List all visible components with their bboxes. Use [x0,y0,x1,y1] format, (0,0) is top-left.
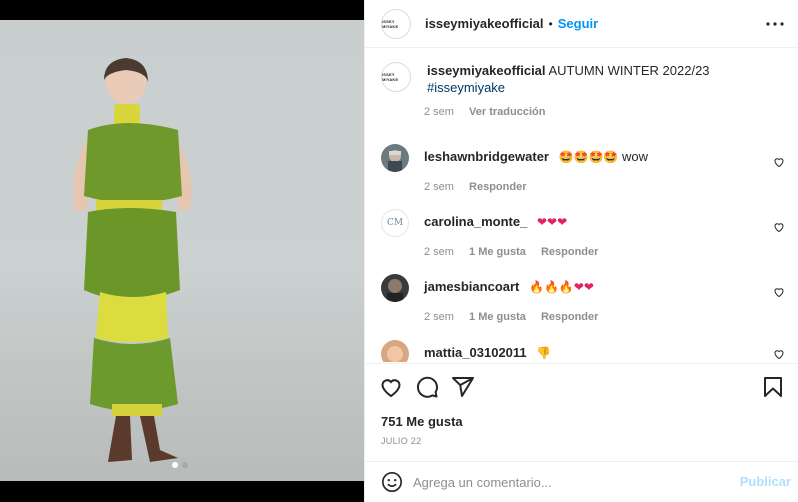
comment-item: CM carolina_monte_ ❤❤❤ 2 sem 1 Me gusta … [381,209,785,258]
post-date: JULIO 22 [381,436,422,446]
comment-heart-icon[interactable] [773,286,785,298]
likes-count[interactable]: 751 Me gusta [381,414,463,429]
avatar-monogram: CM [386,218,404,228]
publish-button[interactable]: Publicar [740,474,791,489]
comment-item: mattia_03102011 👎 [381,340,785,362]
caption-time: 2 sem [424,106,454,118]
avatar[interactable]: CM [381,209,409,237]
comment-emoji: 👎 [536,346,552,360]
avatar[interactable] [381,144,409,172]
post-actions: 751 Me gusta JULIO 22 [365,363,798,461]
comment-item: leshawnbridgewater 🤩🤩🤩🤩 wow 2 sem Respon… [381,144,785,193]
brand-logo-text: ISSEY MIYAKE [382,18,399,29]
heart-icon[interactable] [379,375,403,399]
caption-username[interactable]: isseymiyakeofficial [427,63,546,78]
comment-time: 2 sem [424,246,454,258]
carousel-dot[interactable] [182,462,188,468]
reply-button[interactable]: Responder [541,246,598,258]
caption-text: AUTUMN WINTER 2022/23 [548,63,710,78]
header-username[interactable]: isseymiyakeofficial [425,16,544,31]
comment-heart-icon[interactable] [773,348,785,360]
comment-like-count[interactable]: 1 Me gusta [469,246,526,258]
separator-dot: • [548,16,553,31]
post-panel: ISSEY MIYAKE isseymiyakeofficial • Segui… [364,0,798,502]
comment-composer: Publicar [365,461,798,502]
reply-button[interactable]: Responder [469,181,526,193]
comment-username[interactable]: mattia_03102011 [424,345,527,360]
carousel-indicator[interactable] [172,462,188,468]
comment-username[interactable]: jamesbiancoart [424,279,519,294]
post-header: ISSEY MIYAKE isseymiyakeofficial • Segui… [365,0,798,48]
smiley-icon[interactable] [381,471,403,493]
brand-logo-text: ISSEY MIYAKE [382,72,399,82]
comment-time: 2 sem [424,311,454,323]
comment-text: wow [622,149,649,164]
bookmark-icon[interactable] [761,375,785,399]
avatar[interactable]: ISSEY MIYAKE [381,62,411,92]
comment-username[interactable]: carolina_monte_ [424,214,527,229]
post-photo [0,20,364,481]
comment-input[interactable] [413,474,733,490]
comment-emoji: ❤❤❤ [536,215,568,229]
comment-time: 2 sem [424,181,454,193]
comment-heart-icon[interactable] [773,221,785,233]
comment-emoji: 🤩🤩🤩🤩 [558,150,619,164]
comment-icon[interactable] [415,375,439,399]
model-illustration [73,58,192,462]
comment-item: jamesbiancoart 🔥🔥🔥❤❤ 2 sem 1 Me gusta Re… [381,274,785,323]
avatar[interactable] [381,340,409,362]
comment-emoji: 🔥🔥🔥❤❤ [529,280,594,294]
hashtag-link[interactable]: #isseymiyake [427,80,505,95]
more-options-icon[interactable] [763,12,787,36]
follow-button[interactable]: Seguir [558,16,598,31]
reply-button[interactable]: Responder [541,311,598,323]
see-translation-button[interactable]: Ver traducción [469,106,545,118]
carousel-dot[interactable] [172,462,178,468]
post-media[interactable] [0,0,364,502]
post-caption: ISSEY MIYAKE isseymiyakeofficial AUTUMN … [381,62,785,118]
comment-like-count[interactable]: 1 Me gusta [469,311,526,323]
avatar[interactable] [381,274,409,302]
avatar[interactable]: ISSEY MIYAKE [381,8,411,39]
comment-heart-icon[interactable] [773,156,785,168]
comment-username[interactable]: leshawnbridgewater [424,149,549,164]
share-icon[interactable] [451,375,475,399]
